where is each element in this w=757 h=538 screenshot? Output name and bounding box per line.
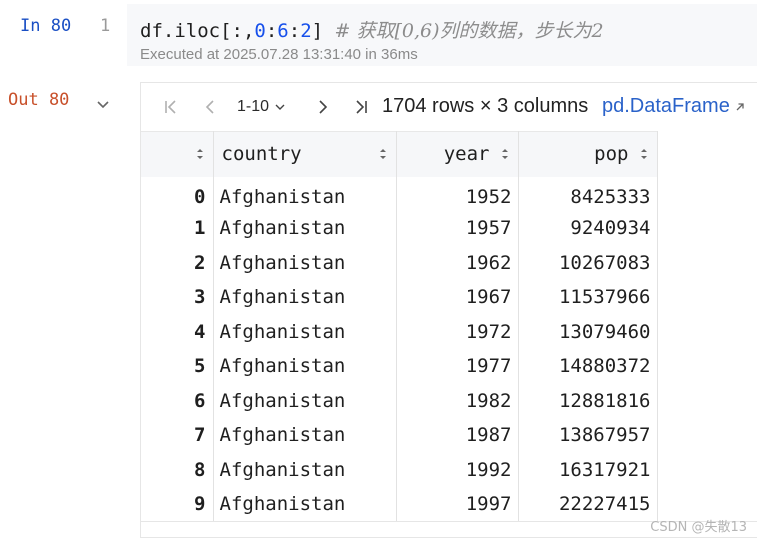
chevron-down-icon bbox=[97, 101, 109, 109]
cell-country[interactable]: Afghanistan bbox=[213, 211, 397, 246]
cell-country[interactable]: Afghanistan bbox=[213, 314, 397, 349]
row-index: 0 bbox=[141, 176, 214, 211]
next-page-button[interactable] bbox=[311, 95, 335, 119]
row-index: 2 bbox=[141, 245, 214, 280]
cell-year[interactable]: 1967 bbox=[396, 280, 519, 315]
cell-country[interactable]: Afghanistan bbox=[213, 383, 397, 418]
table-row[interactable]: 5 Afghanistan 1977 14880372 bbox=[141, 349, 658, 384]
table-row[interactable]: 9 Afghanistan 1997 22227415 bbox=[141, 487, 658, 522]
cell-year[interactable]: 1987 bbox=[396, 418, 519, 453]
table-row[interactable]: 0 Afghanistan 1952 8425333 bbox=[141, 176, 658, 211]
code-token: : bbox=[265, 20, 278, 42]
row-index: 7 bbox=[141, 418, 214, 453]
row-index: 3 bbox=[141, 280, 214, 315]
chevron-right-icon bbox=[319, 100, 328, 114]
last-page-button[interactable] bbox=[349, 95, 373, 119]
cell-year[interactable]: 1977 bbox=[396, 349, 519, 384]
output-prompt: Out 80 bbox=[8, 90, 70, 110]
cell-country[interactable]: Afghanistan bbox=[213, 245, 397, 280]
cell-pop[interactable]: 11537966 bbox=[518, 280, 658, 315]
cell-country[interactable]: Afghanistan bbox=[213, 349, 397, 384]
page-range-dropdown[interactable]: 1-10 bbox=[237, 95, 287, 119]
dataframe-table-container: country year pop 0 Afghanistan 1952 8425… bbox=[141, 131, 757, 522]
external-arrow-icon bbox=[736, 102, 744, 110]
pagination-toolbar: 1-10 1704 rows × 3 columns pd.DataFrame bbox=[141, 83, 757, 131]
cell-year[interactable]: 1957 bbox=[396, 211, 519, 246]
row-index: 4 bbox=[141, 314, 214, 349]
cell-country[interactable]: Afghanistan bbox=[213, 487, 397, 522]
sort-icon[interactable] bbox=[500, 146, 510, 162]
type-link-label: pd.DataFrame bbox=[602, 95, 730, 117]
index-header[interactable] bbox=[141, 131, 214, 177]
row-index: 5 bbox=[141, 349, 214, 384]
code-number: 0 bbox=[254, 20, 266, 42]
chevron-down-icon bbox=[275, 104, 285, 110]
chevron-left-icon bbox=[205, 100, 214, 114]
execution-info: Executed at 2025.07.28 13:31:40 in 36ms bbox=[140, 46, 418, 63]
row-index: 8 bbox=[141, 452, 214, 487]
code-comment: # 获取[0,6)列的数据，步长为2 bbox=[334, 20, 604, 42]
line-number: 1 bbox=[100, 16, 111, 36]
code-line[interactable]: df.iloc[:,0:6:2] # 获取[0,6)列的数据，步长为2 bbox=[140, 16, 604, 43]
cell-year[interactable]: 1962 bbox=[396, 245, 519, 280]
table-row[interactable]: 6 Afghanistan 1982 12881816 bbox=[141, 383, 658, 418]
cell-pop[interactable]: 14880372 bbox=[518, 349, 658, 384]
cell-year[interactable]: 1997 bbox=[396, 487, 519, 522]
cell-year[interactable]: 1982 bbox=[396, 383, 519, 418]
dataframe-viewer: 1-10 1704 rows × 3 columns pd.DataFrame bbox=[140, 82, 757, 538]
sort-icon[interactable] bbox=[639, 146, 649, 162]
watermark: CSDN @失散13 bbox=[650, 520, 747, 535]
cell-country[interactable]: Afghanistan bbox=[213, 176, 397, 211]
code-token: ] bbox=[311, 20, 335, 42]
code-number: 2 bbox=[300, 20, 312, 42]
column-header-label: pop bbox=[594, 143, 629, 166]
cell-pop[interactable]: 16317921 bbox=[518, 452, 658, 487]
sort-icon[interactable] bbox=[378, 146, 388, 162]
table-row[interactable]: 2 Afghanistan 1962 10267083 bbox=[141, 245, 658, 280]
first-page-icon bbox=[165, 100, 176, 114]
table-row[interactable]: 1 Afghanistan 1957 9240934 bbox=[141, 211, 658, 246]
table-row[interactable]: 8 Afghanistan 1992 16317921 bbox=[141, 452, 658, 487]
cell-pop[interactable]: 13079460 bbox=[518, 314, 658, 349]
cell-country[interactable]: Afghanistan bbox=[213, 418, 397, 453]
cell-country[interactable]: Afghanistan bbox=[213, 280, 397, 315]
code-token: : bbox=[288, 20, 301, 42]
column-header-label: country bbox=[221, 143, 302, 166]
cell-year[interactable]: 1992 bbox=[396, 452, 519, 487]
cell-pop[interactable]: 9240934 bbox=[518, 211, 658, 246]
last-page-icon bbox=[356, 100, 367, 114]
collapse-output-button[interactable] bbox=[93, 94, 113, 114]
column-header-label: year bbox=[443, 143, 490, 166]
table-row[interactable]: 7 Afghanistan 1987 13867957 bbox=[141, 418, 658, 453]
sort-icon[interactable] bbox=[195, 146, 205, 162]
column-header-pop[interactable]: pop bbox=[518, 131, 658, 177]
table-row[interactable]: 3 Afghanistan 1967 11537966 bbox=[141, 280, 658, 315]
page-range-label: 1-10 bbox=[237, 98, 270, 115]
cell-pop[interactable]: 8425333 bbox=[518, 176, 658, 211]
first-page-button[interactable] bbox=[159, 95, 183, 119]
cell-pop[interactable]: 12881816 bbox=[518, 383, 658, 418]
column-header-country[interactable]: country bbox=[213, 131, 397, 177]
code-number: 6 bbox=[277, 20, 289, 42]
type-link[interactable]: pd.DataFrame bbox=[602, 95, 746, 118]
cell-year[interactable]: 1972 bbox=[396, 314, 519, 349]
cell-pop[interactable]: 13867957 bbox=[518, 418, 658, 453]
column-header-year[interactable]: year bbox=[396, 131, 519, 177]
shape-info: 1704 rows × 3 columns bbox=[382, 95, 589, 117]
previous-page-button[interactable] bbox=[198, 95, 222, 119]
table-row[interactable]: 4 Afghanistan 1972 13079460 bbox=[141, 314, 658, 349]
cell-pop[interactable]: 22227415 bbox=[518, 487, 658, 522]
code-token: df.iloc[:, bbox=[140, 20, 255, 42]
code-editor[interactable]: df.iloc[:,0:6:2] # 获取[0,6)列的数据，步长为2 Exec… bbox=[127, 4, 757, 66]
row-index: 6 bbox=[141, 383, 214, 418]
cell-country[interactable]: Afghanistan bbox=[213, 452, 397, 487]
cell-pop[interactable]: 10267083 bbox=[518, 245, 658, 280]
row-index: 9 bbox=[141, 487, 214, 522]
table-header-row: country year pop bbox=[141, 131, 658, 177]
dataframe-table: country year pop 0 Afghanistan 1952 8425… bbox=[141, 131, 658, 522]
cell-year[interactable]: 1952 bbox=[396, 176, 519, 211]
row-index: 1 bbox=[141, 211, 214, 246]
table-body: 0 Afghanistan 1952 8425333 1 Afghanistan 1957… bbox=[141, 176, 658, 522]
input-prompt: In 80 bbox=[20, 16, 72, 36]
